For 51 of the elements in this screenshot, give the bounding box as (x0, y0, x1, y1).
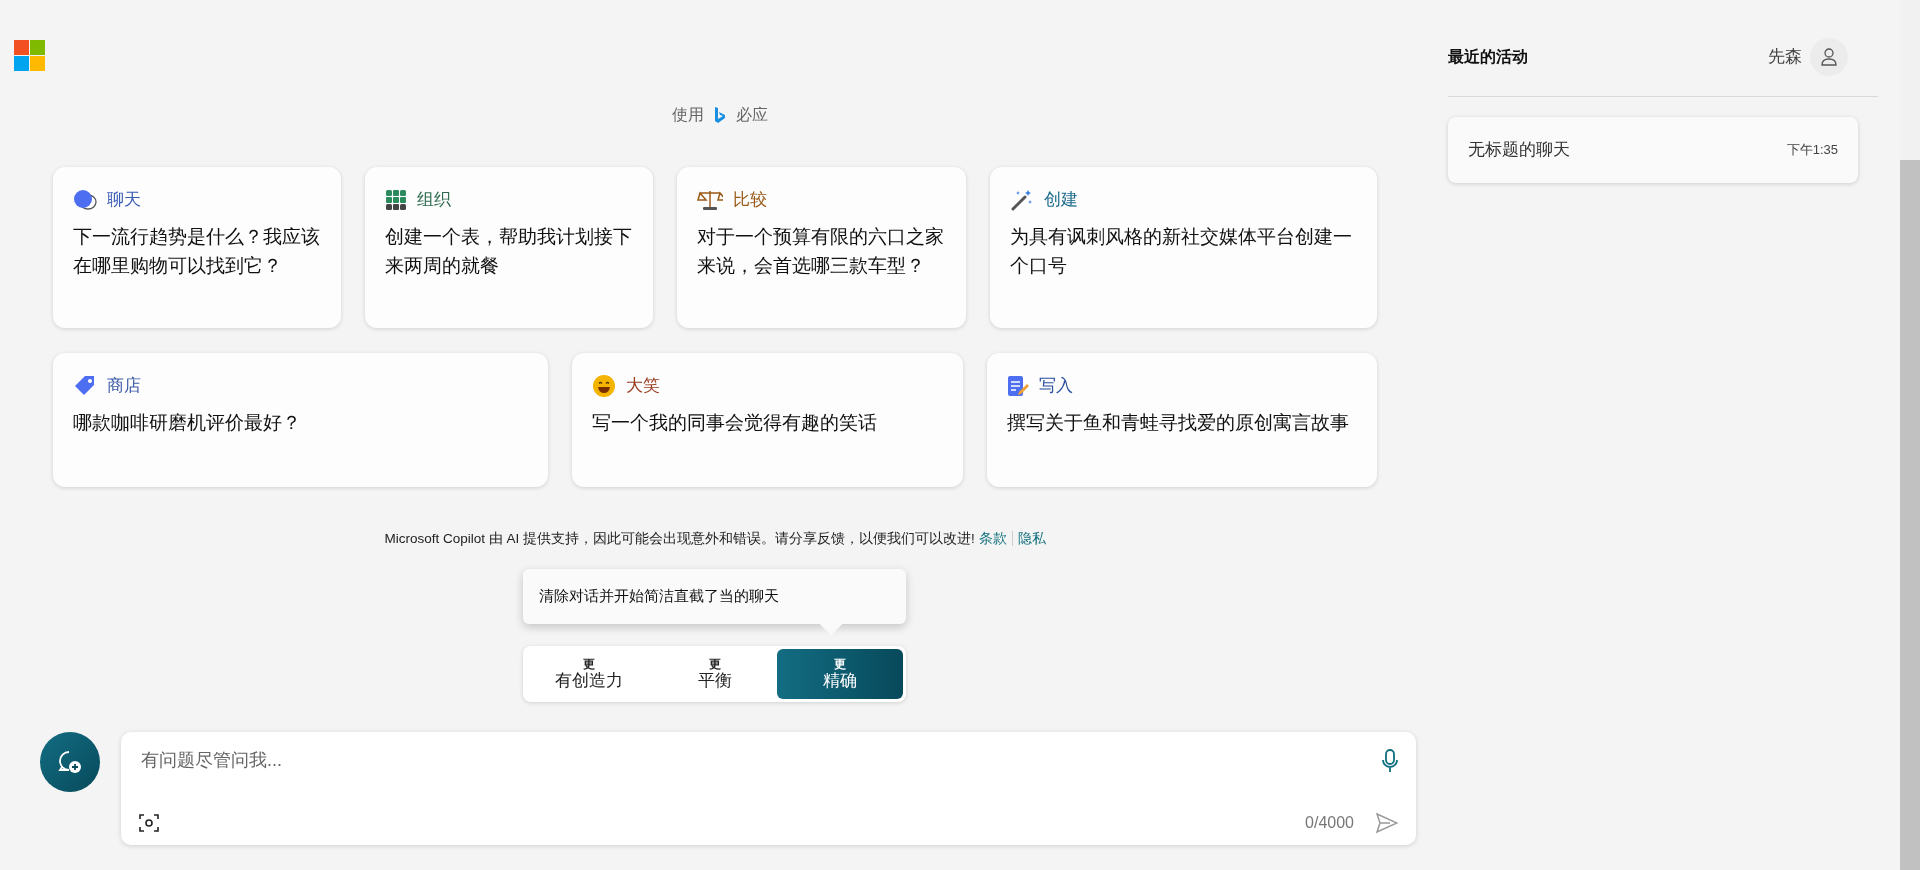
card-title: 组织 (417, 188, 452, 211)
recent-chat-item[interactable]: 无标题的聊天 下午1:35 (1448, 117, 1858, 183)
suggestion-card[interactable]: 大笑 写一个我的同事会觉得有趣的笑话 (572, 352, 963, 487)
smiling-face-icon (592, 373, 617, 398)
sidebar-title: 最近的活动 (1448, 47, 1528, 67)
card-prompt: 为具有讽刺风格的新社交媒体平台创建一个口号 (1009, 225, 1353, 279)
microphone-icon[interactable] (1382, 748, 1398, 773)
suggestion-card[interactable]: 组织 创建一个表，帮助我计划接下来两周的就餐 (365, 166, 654, 328)
footer-link[interactable]: 隐私 (1017, 530, 1046, 546)
send-icon[interactable] (1376, 812, 1398, 835)
card-prompt: 撰写关于鱼和青蛙寻找爱的原创寓言故事 (1006, 411, 1350, 436)
search-brand-icon (714, 105, 726, 124)
card-title: 商店 (107, 374, 141, 397)
card-prompt: 哪款咖啡研磨机评价最好？ (73, 411, 302, 436)
tooltip-text: 清除对话并开始简洁直截了当的聊天 (539, 587, 779, 604)
grid-icon (385, 188, 408, 211)
chat-bubbles-icon (73, 188, 97, 211)
suggestion-card[interactable]: 聊天 下一流行趋势是什么？我应该在哪里购物可以找到它？ (53, 166, 342, 328)
card-prompt: 下一流行趋势是什么？我应该在哪里购物可以找到它？ (73, 225, 321, 279)
suggestion-card[interactable]: 比较 对于一个预算有限的六口之家来说，会首选哪三款车型？ (677, 166, 966, 328)
card-title: 大笑 (626, 374, 661, 397)
chat-plus-icon (57, 749, 83, 776)
header-text: 使用 (671, 105, 704, 123)
chat-title: 无标题的聊天 (1468, 139, 1570, 161)
card-title: 写入 (1038, 374, 1073, 397)
screenshot-capture-icon[interactable] (139, 813, 159, 834)
card-title: 创建 (1043, 188, 1078, 211)
scrollbar-thumb[interactable] (1900, 160, 1920, 870)
header-text: 必应 (736, 105, 769, 123)
tone-option[interactable]: 更 精确 (777, 648, 903, 700)
suggestion-card[interactable]: 商店 哪款咖啡研磨机评价最好？ (53, 352, 549, 487)
price-tag-icon (73, 373, 97, 398)
card-prompt: 创建一个表，帮助我计划接下来两周的就餐 (385, 225, 634, 279)
user-avatar[interactable] (1810, 38, 1848, 76)
card-prompt: 写一个我的同事会觉得有趣的笑话 (592, 411, 879, 436)
card-title: 比较 (733, 188, 768, 211)
tone-option[interactable]: 更 有创造力 (526, 648, 652, 700)
user-name[interactable]: 先森 (1768, 44, 1802, 70)
message-input-field[interactable]: 有问题尽管问我... (139, 746, 1382, 776)
windows-logo (14, 40, 45, 71)
card-title: 聊天 (107, 188, 141, 211)
tone-option[interactable]: 更 平衡 (651, 648, 778, 700)
footer-link[interactable]: 条款 (978, 530, 1007, 546)
disclaimer-text: Microsoft Copilot 由 AI 提供支持，因此可能会出现意外和错误。请分享反馈，以便我们可以改进! (384, 530, 975, 546)
card-prompt: 对于一个预算有限的六口之家来说，会首选哪三款车型？ (697, 225, 946, 279)
balance-scale-icon (697, 188, 724, 211)
suggestion-card[interactable]: 写入 撰写关于鱼和青蛙寻找爱的原创寓言故事 (986, 352, 1377, 487)
suggestion-card[interactable]: 创建 为具有讽刺风格的新社交媒体平台创建一个口号 (989, 166, 1377, 328)
character-counter: 0/4000 (1305, 813, 1354, 834)
chat-time: 下午1:35 (1786, 141, 1838, 159)
notepad-pencil-icon (1006, 373, 1029, 398)
